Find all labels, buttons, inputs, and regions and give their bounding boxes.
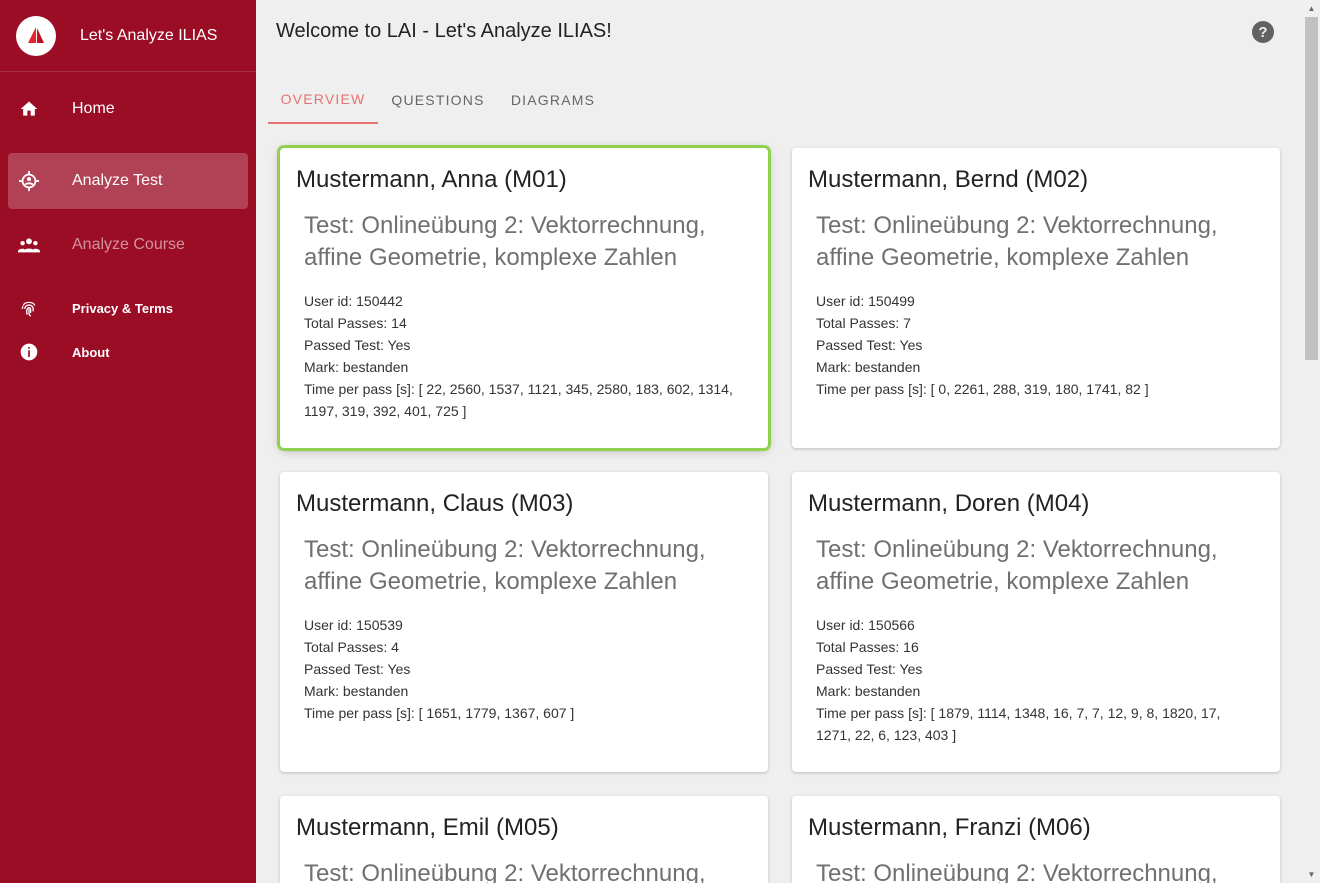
user-id: User id: 150539: [304, 617, 403, 633]
tab-overview[interactable]: OVERVIEW: [268, 76, 378, 124]
user-id: User id: 150442: [304, 293, 403, 309]
time-per-pass: Time per pass [s]: [ 22, 2560, 1537, 112…: [304, 381, 733, 419]
mark: Mark: bestanden: [816, 359, 921, 375]
scroll-down-icon[interactable]: ▼: [1303, 866, 1320, 883]
test-target-icon: [18, 170, 40, 192]
passed-test: Passed Test: Yes: [816, 337, 923, 353]
student-card[interactable]: Mustermann, Doren (M04) Test: Onlineübun…: [792, 472, 1280, 772]
student-card[interactable]: Mustermann, Emil (M05) Test: Onlineübung…: [280, 796, 768, 883]
tab-bar: OVERVIEW QUESTIONS DIAGRAMS: [268, 76, 608, 124]
app-logo[interactable]: [16, 15, 56, 56]
sidebar-item-label: Analyze Course: [72, 236, 185, 253]
scrollbar[interactable]: ▲ ▼: [1303, 0, 1320, 883]
sidebar-item-label: Privacy & Terms: [72, 300, 173, 316]
scroll-thumb[interactable]: [1305, 17, 1318, 360]
sidebar-item-privacy[interactable]: Privacy & Terms: [8, 292, 248, 324]
sail-logo-icon: [28, 26, 44, 43]
passed-test: Passed Test: Yes: [816, 661, 923, 677]
page-title: Welcome to LAI - Let's Analyze ILIAS!: [276, 20, 612, 42]
sidebar-item-analyze-test[interactable]: Analyze Test: [8, 153, 248, 209]
card-details: User id: 150442 Total Passes: 14 Passed …: [304, 290, 744, 422]
card-details: User id: 150539 Total Passes: 4 Passed T…: [304, 614, 744, 724]
group-icon: [18, 234, 40, 256]
tab-questions[interactable]: QUESTIONS: [378, 76, 498, 124]
card-details: User id: 150499 Total Passes: 7 Passed T…: [816, 290, 1256, 400]
home-icon: [18, 98, 40, 120]
fingerprint-icon: [18, 297, 40, 319]
sidebar-item-label: Home: [72, 100, 115, 117]
sidebar-item-label: About: [72, 344, 110, 360]
test-title: Test: Onlineübung 2: Vektorrechnung, aff…: [304, 212, 706, 271]
time-per-pass: Time per pass [s]: [ 1651, 1779, 1367, 6…: [304, 705, 575, 721]
user-id: User id: 150499: [816, 293, 915, 309]
test-title: Test: Onlineübung 2: Vektorrechnung, aff…: [304, 536, 706, 595]
student-name: Mustermann, Bernd (M02): [808, 166, 1089, 193]
sidebar-item-label: Analyze Test: [72, 172, 163, 189]
user-id: User id: 150566: [816, 617, 915, 633]
time-per-pass: Time per pass [s]: [ 1879, 1114, 1348, 1…: [816, 705, 1221, 743]
brand-header: Let's Analyze ILIAS: [0, 0, 256, 72]
total-passes: Total Passes: 7: [816, 315, 911, 331]
help-icon[interactable]: ?: [1252, 21, 1274, 43]
total-passes: Total Passes: 14: [304, 315, 407, 331]
student-card[interactable]: Mustermann, Bernd (M02) Test: Onlineübun…: [792, 148, 1280, 448]
test-title: Test: Onlineübung 2: Vektorrechnung, aff…: [816, 536, 1218, 595]
total-passes: Total Passes: 16: [816, 639, 919, 655]
student-card[interactable]: Mustermann, Anna (M01) Test: Onlineübung…: [277, 145, 771, 451]
student-name: Mustermann, Franzi (M06): [808, 814, 1091, 841]
student-name: Mustermann, Anna (M01): [296, 166, 567, 193]
sidebar: Let's Analyze ILIAS Home Analyze Test An…: [0, 0, 256, 883]
sidebar-item-home[interactable]: Home: [8, 81, 248, 137]
passed-test: Passed Test: Yes: [304, 337, 411, 353]
mark: Mark: bestanden: [304, 359, 409, 375]
scroll-up-icon[interactable]: ▲: [1303, 0, 1320, 17]
student-name: Mustermann, Doren (M04): [808, 490, 1090, 517]
card-details: User id: 150566 Total Passes: 16 Passed …: [816, 614, 1256, 746]
student-card[interactable]: Mustermann, Claus (M03) Test: Onlineübun…: [280, 472, 768, 772]
test-title: Test: Onlineübung 2: Vektorrechnung, aff…: [304, 860, 706, 883]
test-title: Test: Onlineübung 2: Vektorrechnung, aff…: [816, 860, 1218, 883]
app-title: Let's Analyze ILIAS: [80, 26, 218, 44]
student-card[interactable]: Mustermann, Franzi (M06) Test: Onlineübu…: [792, 796, 1280, 883]
time-per-pass: Time per pass [s]: [ 0, 2261, 288, 319, …: [816, 381, 1149, 397]
info-icon: [18, 341, 40, 363]
test-title: Test: Onlineübung 2: Vektorrechnung, aff…: [816, 212, 1218, 271]
mark: Mark: bestanden: [304, 683, 409, 699]
sidebar-item-analyze-course[interactable]: Analyze Course: [8, 217, 248, 273]
sidebar-item-about[interactable]: About: [8, 336, 248, 368]
student-name: Mustermann, Claus (M03): [296, 490, 574, 517]
mark: Mark: bestanden: [816, 683, 921, 699]
passed-test: Passed Test: Yes: [304, 661, 411, 677]
student-name: Mustermann, Emil (M05): [296, 814, 559, 841]
total-passes: Total Passes: 4: [304, 639, 399, 655]
tab-diagrams[interactable]: DIAGRAMS: [498, 76, 608, 124]
